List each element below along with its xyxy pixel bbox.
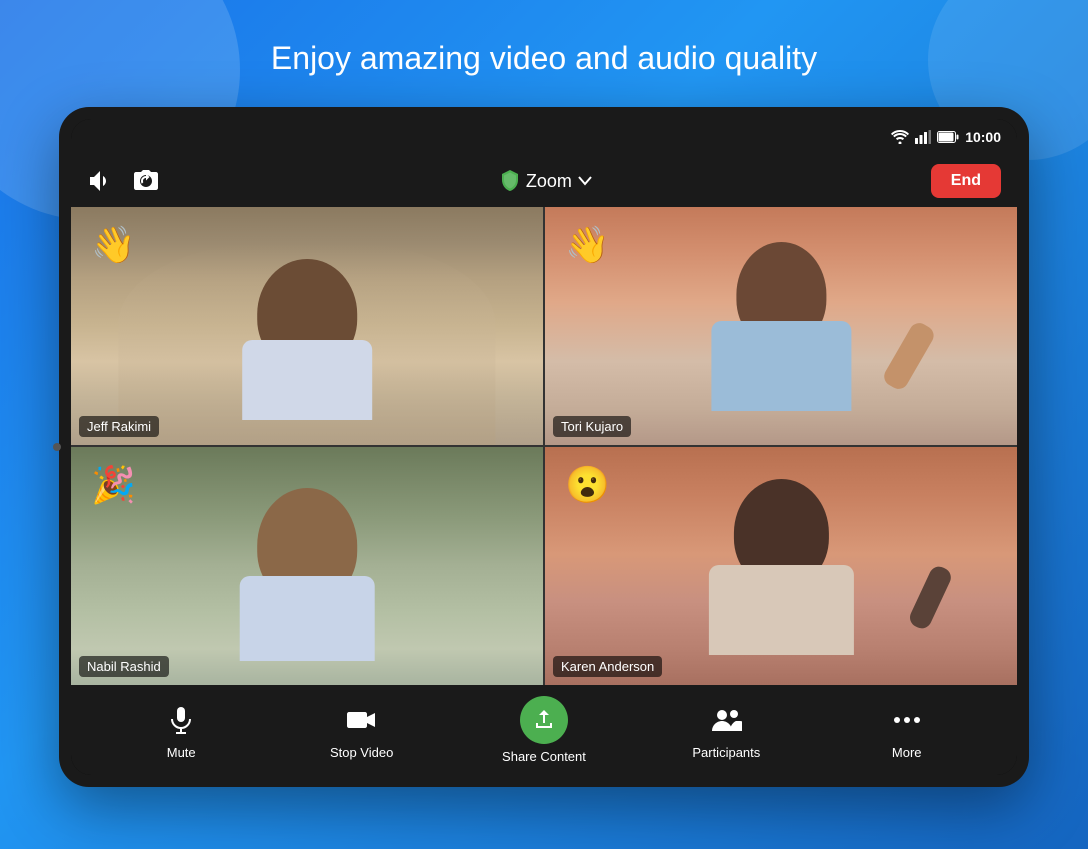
top-bar-center[interactable]: Zoom (500, 170, 592, 192)
page-title: Enjoy amazing video and audio quality (271, 40, 817, 77)
zoom-shield-icon (500, 170, 520, 192)
more-label: More (892, 745, 922, 760)
more-button[interactable]: More (867, 700, 947, 760)
name-nabil: Nabil Rashid (79, 656, 169, 677)
status-time: 10:00 (965, 129, 1001, 145)
signal-icon (915, 130, 931, 144)
app-name: Zoom (526, 171, 572, 192)
mute-button[interactable]: Mute (141, 700, 221, 760)
battery-icon (937, 131, 959, 143)
video-cell-karen: 😮 Karen Anderson (545, 447, 1017, 685)
status-bar: 10:00 (71, 119, 1017, 155)
stop-video-button[interactable]: Stop Video (322, 700, 402, 760)
share-content-button[interactable]: Share Content (502, 696, 586, 764)
emoji-nabil: 🎉 (91, 467, 136, 503)
video-grid: K73游戏之家.com 👋 Jeff Rakimi (71, 207, 1017, 685)
status-icons: 10:00 (891, 129, 1001, 145)
camera-flip-icon[interactable] (131, 168, 161, 194)
participants-label: Participants (692, 745, 760, 760)
video-cell-nabil: 🎉 Nabil Rashid (71, 447, 543, 685)
tablet-frame: 10:00 Zoom (59, 107, 1029, 787)
mute-label: Mute (167, 745, 196, 760)
share-arrow-icon (520, 696, 568, 744)
video-camera-icon (342, 700, 382, 740)
end-button[interactable]: End (931, 164, 1001, 198)
microphone-icon (161, 700, 201, 740)
name-karen: Karen Anderson (553, 656, 662, 677)
emoji-tori: 👋 (565, 227, 610, 263)
emoji-jeff: 👋 (91, 227, 136, 263)
emoji-karen: 😮 (565, 467, 610, 503)
tablet-screen: 10:00 Zoom (71, 119, 1017, 775)
video-cell-tori: 👋 Tori Kujaro (545, 207, 1017, 445)
dots-icon (887, 700, 927, 740)
bottom-toolbar: Mute Stop Video (71, 685, 1017, 775)
chevron-down-icon (578, 176, 592, 186)
stop-video-label: Stop Video (330, 745, 393, 760)
people-icon (706, 700, 746, 740)
top-bar-left (87, 168, 161, 194)
name-tori: Tori Kujaro (553, 416, 631, 437)
video-cell-jeff: K73游戏之家.com 👋 Jeff Rakimi (71, 207, 543, 445)
name-jeff: Jeff Rakimi (79, 416, 159, 437)
participants-button[interactable]: Participants (686, 700, 766, 760)
wifi-icon (891, 130, 909, 144)
speaker-icon[interactable] (87, 169, 115, 193)
top-bar: Zoom End (71, 155, 1017, 207)
share-content-label: Share Content (502, 749, 586, 764)
